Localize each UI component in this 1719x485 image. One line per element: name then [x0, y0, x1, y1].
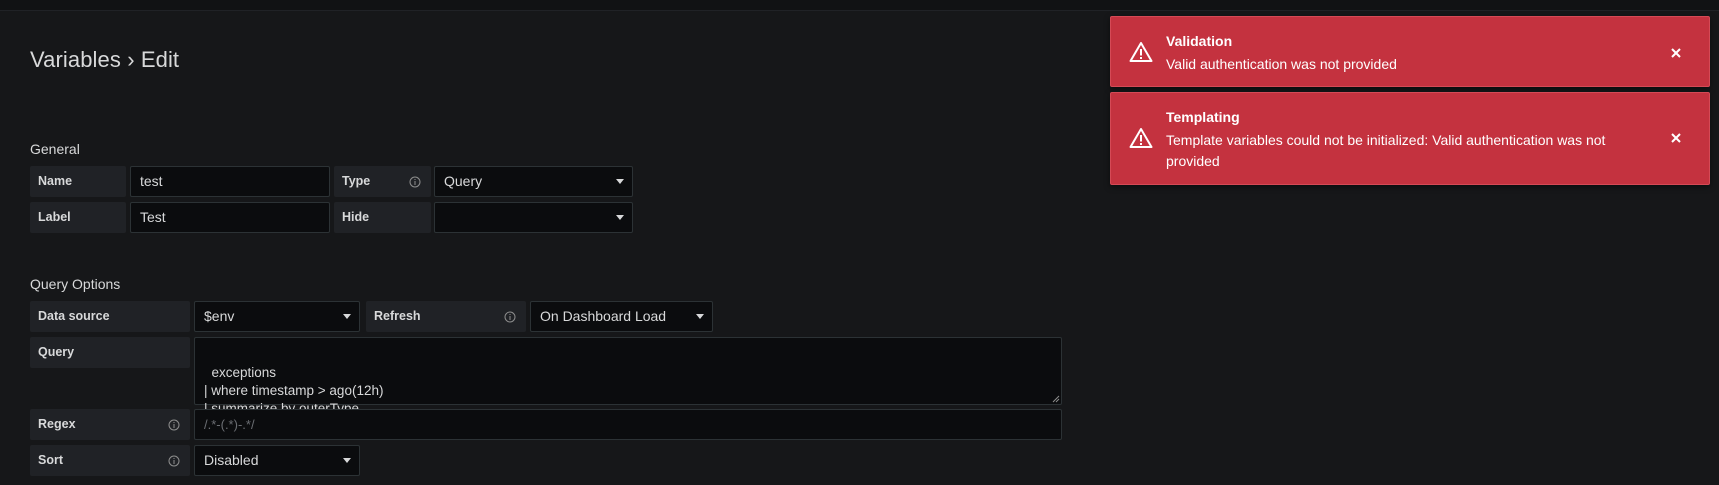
sort-label-text: Sort [38, 453, 63, 467]
regex-label-text: Regex [38, 417, 76, 431]
datasource-select[interactable]: $env [194, 301, 360, 332]
datasource-label-text: Data source [38, 309, 110, 323]
caret-down-icon [696, 314, 704, 319]
label-input-value: Test [140, 209, 166, 225]
warning-icon [1129, 42, 1153, 62]
sort-select-value: Disabled [204, 452, 259, 468]
section-title-general: General [30, 141, 80, 157]
label-label: Label [30, 202, 126, 233]
alert-message: Valid authentication was not provided [1166, 56, 1397, 72]
type-select[interactable]: Query [434, 166, 633, 197]
caret-down-icon [616, 215, 624, 220]
regex-input[interactable]: /.*-(.*)-.*/ [194, 409, 1062, 440]
refresh-select-value: On Dashboard Load [540, 308, 667, 324]
section-title-query-options: Query Options [30, 276, 121, 292]
caret-down-icon [343, 314, 351, 319]
label-label-text: Label [38, 210, 71, 224]
query-label-text: Query [38, 345, 75, 359]
datasource-label: Data source [30, 301, 190, 332]
type-label-text: Type [342, 174, 371, 188]
close-icon[interactable] [1669, 131, 1683, 145]
info-icon[interactable] [504, 311, 516, 323]
label-input[interactable]: Test [130, 202, 330, 233]
query-label: Query [30, 337, 190, 368]
page-title: Variables › Edit [30, 47, 180, 72]
warning-icon [1129, 128, 1153, 148]
top-navbar [0, 0, 1719, 11]
sort-label: Sort [30, 445, 190, 476]
type-label: Type [334, 166, 431, 197]
name-label: Name [30, 166, 126, 197]
refresh-select[interactable]: On Dashboard Load [530, 301, 713, 332]
alert-title: Validation [1166, 33, 1233, 49]
datasource-select-value: $env [204, 308, 235, 324]
refresh-label-text: Refresh [374, 309, 421, 323]
alert-validation: Validation Valid authentication was not … [1110, 16, 1710, 87]
hide-label-text: Hide [342, 210, 370, 224]
info-icon[interactable] [409, 176, 421, 188]
name-input-value: test [140, 173, 163, 189]
name-label-text: Name [38, 174, 73, 188]
name-input[interactable]: test [130, 166, 330, 197]
alert-title: Templating [1166, 109, 1240, 125]
hide-select[interactable] [434, 202, 633, 233]
caret-down-icon [343, 458, 351, 463]
type-select-value: Query [444, 173, 483, 189]
info-icon[interactable] [168, 455, 180, 467]
close-icon[interactable] [1669, 46, 1683, 60]
alert-templating: Templating Template variables could not … [1110, 92, 1710, 185]
regex-placeholder: /.*-(.*)-.*/ [204, 417, 255, 432]
hide-label: Hide [334, 202, 431, 233]
alert-message: Template variables could not be initiali… [1166, 132, 1606, 169]
resize-handle-icon[interactable] [1051, 394, 1060, 403]
refresh-label: Refresh [366, 301, 526, 332]
query-textarea[interactable]: exceptions | where timestamp > ago(12h) … [194, 337, 1062, 416]
sort-select[interactable]: Disabled [194, 445, 360, 476]
regex-label: Regex [30, 409, 190, 440]
caret-down-icon [616, 179, 624, 184]
info-icon[interactable] [168, 419, 180, 431]
